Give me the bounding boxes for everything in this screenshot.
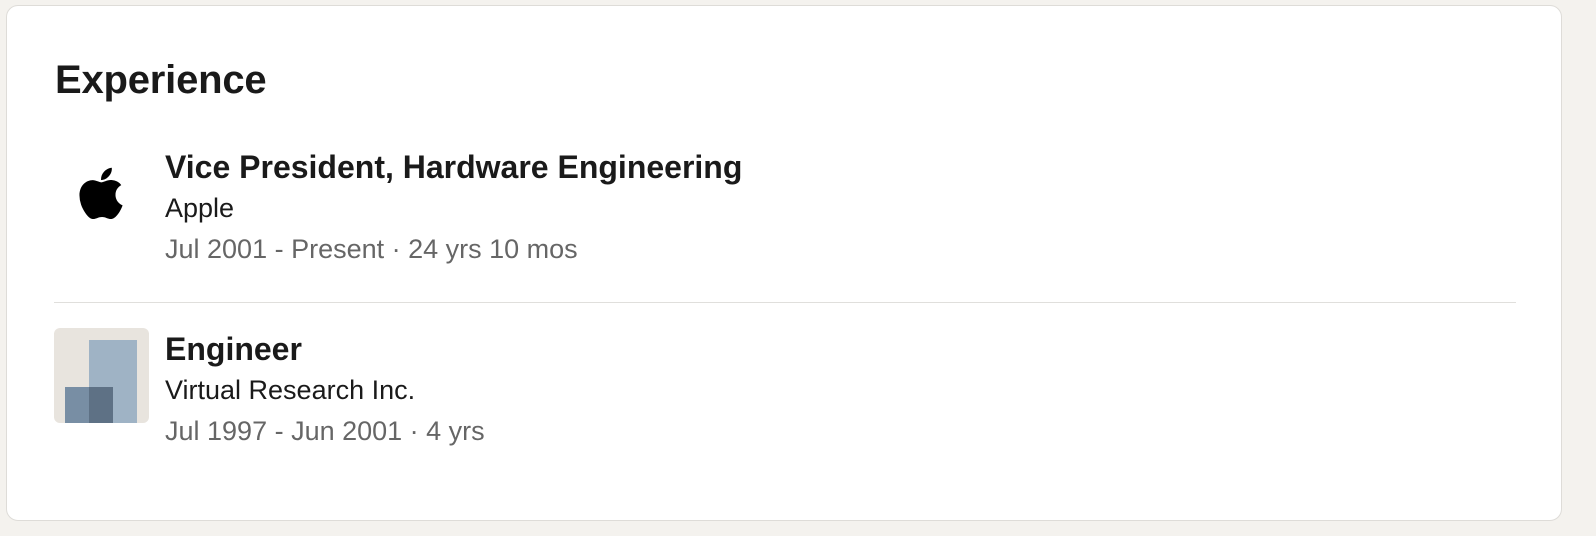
job-title[interactable]: Vice President, Hardware Engineering bbox=[165, 148, 742, 186]
section-title: Experience bbox=[55, 58, 267, 102]
employment-dates: Jul 1997 - Jun 2001 · 4 yrs bbox=[165, 416, 485, 446]
logo-shape-overlap bbox=[89, 387, 113, 423]
entry-details: Vice President, Hardware Engineering App… bbox=[165, 146, 742, 267]
company-placeholder-logo-icon[interactable] bbox=[54, 328, 149, 423]
apple-logo-svg bbox=[79, 167, 123, 219]
employment-dates: Jul 2001 - Present · 24 yrs 10 mos bbox=[165, 234, 578, 264]
entry-details: Engineer Virtual Research Inc. Jul 1997 … bbox=[165, 328, 485, 449]
company-name: Apple bbox=[165, 193, 235, 223]
apple-logo-icon[interactable] bbox=[54, 146, 149, 241]
entry-divider bbox=[54, 302, 1516, 303]
job-title[interactable]: Engineer bbox=[165, 330, 485, 368]
experience-card: Experience Vice President, Hardware Engi… bbox=[6, 5, 1562, 521]
company-name: Virtual Research Inc. bbox=[165, 375, 416, 405]
